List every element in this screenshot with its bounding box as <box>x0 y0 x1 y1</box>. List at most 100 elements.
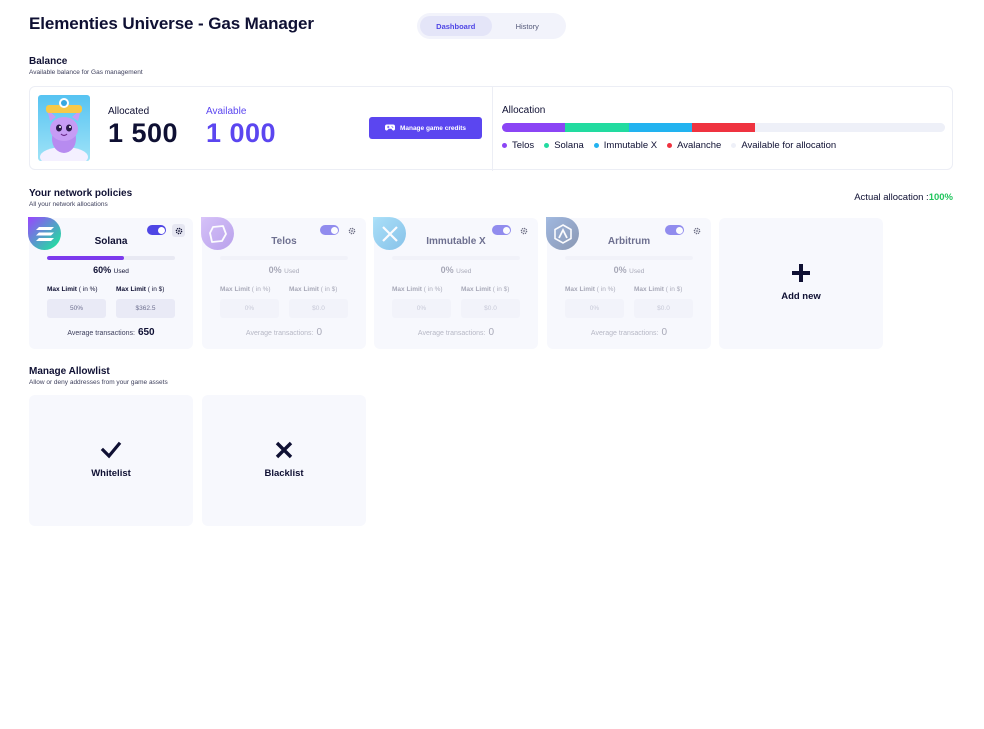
whitelist-label: Whitelist <box>91 468 131 479</box>
game-cover-image <box>38 95 90 161</box>
network-name: Solana <box>94 236 128 247</box>
page-title: Elementies Universe - Gas Manager <box>29 14 314 33</box>
network-toggle[interactable] <box>320 225 339 235</box>
blacklist-card[interactable]: Blacklist <box>202 395 366 526</box>
max-limit-usd-label: Max Limit ( in $) <box>634 286 683 293</box>
max-limit-usd-input[interactable]: $0.0 <box>461 299 520 318</box>
usage-bar <box>565 256 693 260</box>
whitelist-card[interactable]: Whitelist <box>29 395 193 526</box>
tab-history[interactable]: History <box>492 16 564 36</box>
used-percentage: 60% Used <box>29 265 193 275</box>
avg-label: Average transactions: <box>590 330 659 337</box>
manage-game-credits-button[interactable]: Manage game credits <box>369 117 482 139</box>
used-value: 0% <box>268 265 282 275</box>
max-limit-pct-label: Max Limit ( in %) <box>220 286 271 293</box>
policies-subtitle: All your network allocations <box>29 201 108 208</box>
max-limit-pct-input[interactable]: 0% <box>565 299 624 318</box>
available-label: Available <box>206 106 247 117</box>
avg-value: 0 <box>316 327 323 338</box>
network-name: Telos <box>271 236 297 247</box>
max-limit-pct-input[interactable]: 50% <box>47 299 106 318</box>
legend-label: Avalanche <box>677 140 722 151</box>
used-suffix: Used <box>113 268 129 275</box>
network-toggle[interactable] <box>492 225 511 235</box>
allocated-value: 1 500 <box>108 118 179 148</box>
average-transactions: Average transactions: 650 <box>29 327 193 338</box>
legend-dot-icon <box>731 143 737 148</box>
max-limit-usd-input[interactable]: $0.0 <box>634 299 693 318</box>
used-value: 0% <box>613 265 627 275</box>
usage-bar <box>392 256 520 260</box>
available-value: 1 000 <box>206 118 277 148</box>
max-limit-pct-input[interactable]: 0% <box>392 299 451 318</box>
max-limit-usd-label: Max Limit ( in $) <box>461 286 510 293</box>
network-name: Immutable X <box>426 236 486 247</box>
max-limit-usd-label: Max Limit ( in $) <box>116 286 165 293</box>
policies-title: Your network policies <box>29 188 133 199</box>
toggle-knob <box>157 226 165 234</box>
legend-item: Available for allocation <box>731 140 836 151</box>
allocation-title: Allocation <box>502 105 546 116</box>
legend-label: Immutable X <box>603 140 658 151</box>
toggle-knob <box>675 226 683 234</box>
avg-value: 650 <box>137 327 155 338</box>
average-transactions: Average transactions: 0 <box>547 327 711 338</box>
balance-card: Allocated 1 500 Available 1 000 Manage g… <box>29 86 953 171</box>
max-limit-usd-input[interactable]: $362.5 <box>116 299 175 318</box>
actual-allocation-value: 100% <box>928 192 953 203</box>
max-limit-pct-input[interactable]: 0% <box>220 299 279 318</box>
avg-label: Average transactions: <box>67 330 135 337</box>
balance-subtitle: Available balance for Gas management <box>29 69 143 76</box>
allowlist-title: Manage Allowlist <box>29 366 110 377</box>
avg-value: 0 <box>661 327 668 338</box>
legend-item: Immutable X <box>593 140 658 151</box>
legend-label: Available for allocation <box>741 140 837 151</box>
legend-dot-icon <box>502 143 507 148</box>
blacklist-label: Blacklist <box>264 468 304 479</box>
manage-button-label: Manage game credits <box>399 124 467 132</box>
check-icon <box>100 441 122 459</box>
usage-bar <box>47 256 175 260</box>
toggle-knob <box>330 226 338 234</box>
plus-icon <box>792 264 810 282</box>
add-new-label: Add new <box>781 291 821 302</box>
legend-dot-icon <box>544 143 550 148</box>
max-limit-pct-label: Max Limit ( in %) <box>47 286 98 293</box>
actual-allocation-label: Actual allocation : <box>854 192 929 203</box>
actual-allocation: Actual allocation :100% <box>854 192 953 203</box>
avg-label: Average transactions: <box>245 330 314 337</box>
legend-item: Solana <box>544 140 584 151</box>
usage-fill <box>47 256 124 260</box>
add-network-button[interactable]: Add new <box>719 218 883 349</box>
legend-dot-icon <box>667 143 673 148</box>
avg-label: Average transactions: <box>417 330 486 337</box>
network-card: Immutable X 0% Used Max Limit ( in %) Max L… <box>373 217 538 349</box>
max-limit-usd-input[interactable]: $0.0 <box>289 299 348 318</box>
allowlist-subtitle: Allow or deny addresses from your game a… <box>29 379 168 386</box>
divider <box>492 87 493 171</box>
allocation-segment <box>692 123 756 132</box>
used-suffix: Used <box>629 268 645 275</box>
network-name: Arbitrum <box>607 236 651 247</box>
usage-bar <box>220 256 348 260</box>
allocation-segment <box>502 123 566 132</box>
tab-dashboard[interactable]: Dashboard <box>420 16 492 36</box>
view-tabs: Dashboard History <box>417 13 566 39</box>
used-percentage: 0% Used <box>374 265 538 275</box>
average-transactions: Average transactions: 0 <box>202 327 366 338</box>
network-toggle[interactable] <box>147 225 166 235</box>
network-toggle[interactable] <box>665 225 684 235</box>
gamepad-icon <box>384 124 395 133</box>
legend-dot-icon <box>593 143 599 148</box>
avg-value: 0 <box>488 327 495 338</box>
used-value: 60% <box>93 265 112 275</box>
network-card: Telos 0% Used Max Limit ( in %) Max Limit (… <box>201 217 366 349</box>
average-transactions: Average transactions: 0 <box>374 327 538 338</box>
legend-label: Solana <box>554 140 584 151</box>
max-limit-pct-label: Max Limit ( in %) <box>392 286 443 293</box>
legend-label: Telos <box>512 140 535 151</box>
used-suffix: Used <box>284 268 300 275</box>
allocation-segment <box>628 123 693 132</box>
used-percentage: 0% Used <box>202 265 366 275</box>
balance-title: Balance <box>29 56 68 67</box>
